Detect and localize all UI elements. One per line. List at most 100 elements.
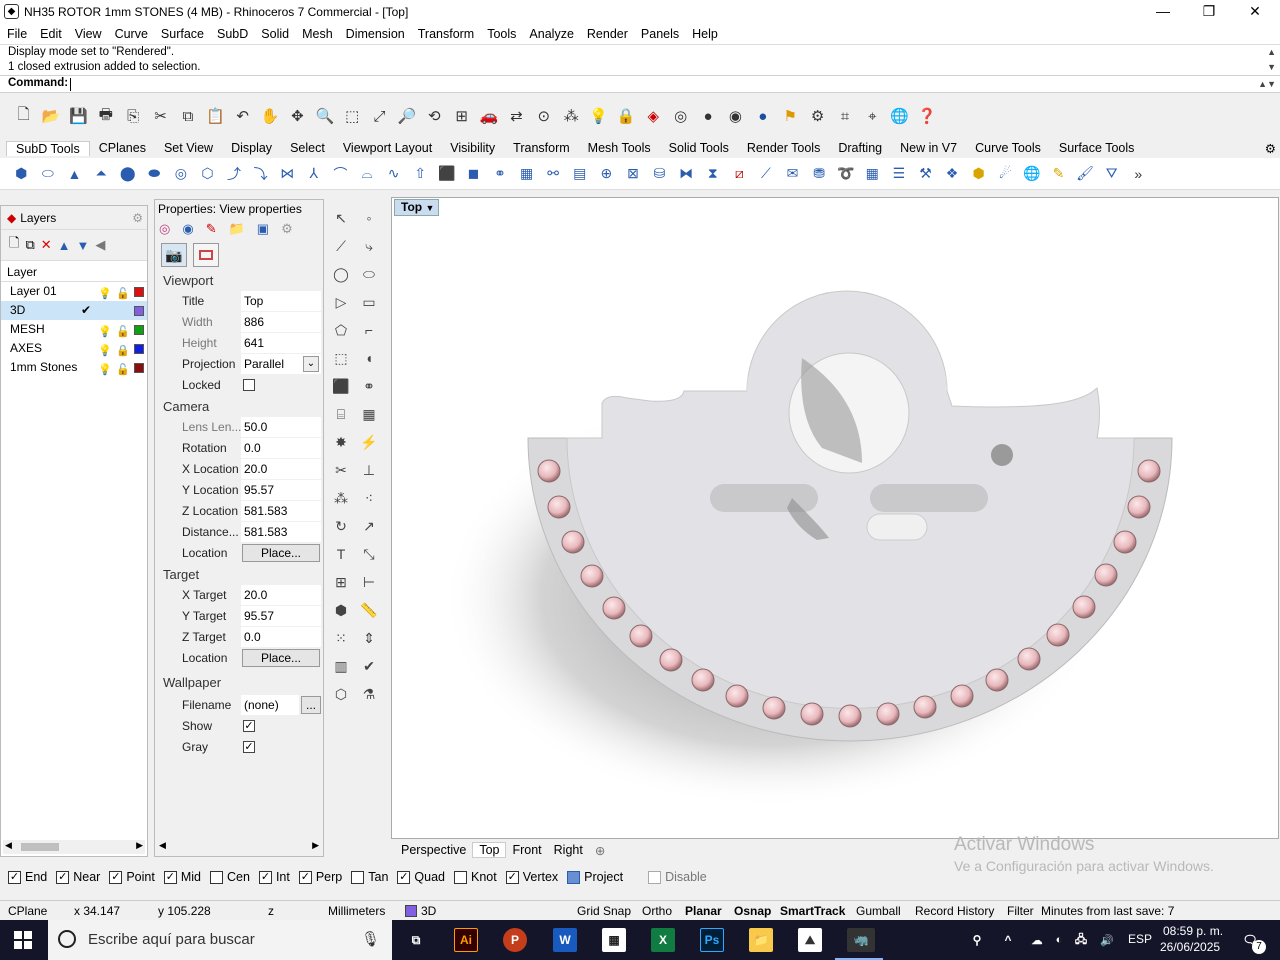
menu-curve[interactable]: Curve bbox=[108, 27, 154, 41]
layer-row[interactable]: AXES 💡 🔒 bbox=[1, 339, 147, 358]
osnap-checkbox[interactable]: ✓ bbox=[258, 870, 272, 884]
fillet-curve-icon[interactable]: ⌐ bbox=[358, 319, 380, 341]
trim-icon[interactable]: ✂ bbox=[330, 459, 352, 481]
microphone-icon[interactable]: 🎙 bbox=[361, 920, 380, 960]
osnap-end[interactable]: ✓ End bbox=[8, 870, 47, 884]
material-icon[interactable]: ◈ bbox=[642, 105, 664, 127]
osnap-checkbox[interactable] bbox=[567, 870, 581, 884]
curve-icon[interactable]: ⤷ bbox=[358, 235, 380, 257]
horizontal-scrollbar[interactable]: ◀ ▶ bbox=[3, 840, 145, 854]
shaded-sphere-icon[interactable]: ● bbox=[697, 105, 719, 127]
osnap-toggle[interactable]: Osnap bbox=[734, 904, 771, 918]
cloud-icon[interactable]: ☁ bbox=[1028, 928, 1046, 952]
tab-cplanes[interactable]: CPlanes bbox=[90, 141, 155, 155]
camera-place-button[interactable]: Place... bbox=[242, 544, 320, 562]
subd-grid2-icon[interactable]: ▦ bbox=[861, 163, 884, 185]
snap-icon[interactable]: ⊙ bbox=[533, 105, 555, 127]
filter-left-icon[interactable]: ◀ bbox=[95, 237, 105, 253]
rotation-field[interactable]: 0.0 bbox=[241, 438, 321, 458]
menu-file[interactable]: File bbox=[0, 27, 33, 41]
top-viewport[interactable]: Top ▼ bbox=[391, 197, 1279, 839]
subd-bucket-icon[interactable]: ⛁ bbox=[648, 163, 671, 185]
viewport-title-tab[interactable]: Top ▼ bbox=[394, 199, 440, 216]
osnap-checkbox[interactable]: ✓ bbox=[8, 870, 21, 884]
pan-icon[interactable]: ✋ bbox=[259, 105, 281, 127]
object-color-icon[interactable]: ◎ bbox=[159, 221, 170, 237]
copy-icon[interactable]: ⧉ bbox=[177, 105, 199, 127]
array-icon[interactable]: ⁖ bbox=[358, 487, 380, 509]
restore-button[interactable]: ❐ bbox=[1186, 0, 1232, 24]
subd-mesh-icon[interactable]: ⬡ bbox=[196, 163, 219, 185]
rhino-taskbar-icon[interactable]: 🦏 bbox=[847, 928, 875, 952]
osnap-int[interactable]: ✓ Int bbox=[258, 870, 290, 884]
subd-envelope-icon[interactable]: ✉ bbox=[781, 163, 804, 185]
osnap-cen[interactable]: Cen bbox=[210, 870, 250, 884]
layer-row[interactable]: MESH 💡 🔓 bbox=[1, 320, 147, 339]
menu-surface[interactable]: Surface bbox=[154, 27, 210, 41]
tab-visibility[interactable]: Visibility bbox=[441, 141, 504, 155]
gumball-tool-icon[interactable]: ⇕ bbox=[358, 627, 380, 649]
block-icon[interactable]: ⊞ bbox=[330, 571, 352, 593]
z-target-field[interactable]: 0.0 bbox=[241, 627, 321, 647]
word-icon[interactable]: W bbox=[553, 928, 577, 952]
smarttrack-toggle[interactable]: SmartTrack bbox=[780, 904, 845, 918]
photoshop-icon[interactable]: Ps bbox=[700, 928, 724, 952]
layer-color-swatch[interactable] bbox=[134, 306, 144, 316]
polygon-icon[interactable]: ⬠ bbox=[330, 319, 352, 341]
osnap-project[interactable]: Project bbox=[567, 870, 623, 884]
tab-mesh-tools[interactable]: Mesh Tools bbox=[579, 141, 660, 155]
subd-torus-icon[interactable]: ◎ bbox=[169, 163, 192, 185]
circle-icon[interactable]: ◯ bbox=[330, 263, 352, 285]
subd-pipe-icon[interactable]: ∿ bbox=[382, 163, 405, 185]
properties-scrollbar[interactable]: ◀ ▶ bbox=[157, 840, 321, 854]
distance-field[interactable]: 581.583 bbox=[241, 522, 321, 542]
cplane-label[interactable]: CPlane bbox=[8, 904, 47, 918]
excel-icon[interactable]: X bbox=[651, 928, 675, 952]
transform-icon[interactable]: ⇄ bbox=[505, 105, 527, 127]
osnap-perp[interactable]: ✓ Perp bbox=[298, 870, 342, 884]
close-button[interactable]: ✕ bbox=[1232, 0, 1278, 24]
subd-filter-icon[interactable]: ⛛ bbox=[1100, 163, 1123, 185]
gumball-toggle[interactable]: Gumball bbox=[856, 904, 901, 918]
osnap-checkbox[interactable]: ✓ bbox=[298, 870, 312, 884]
network-icon[interactable]: 🖧 bbox=[1072, 928, 1090, 952]
rendered-sphere-icon[interactable]: ◉ bbox=[724, 105, 746, 127]
unlock-icon[interactable]: 🔓 bbox=[116, 361, 130, 380]
solid-box-icon[interactable]: ⬛ bbox=[330, 375, 352, 397]
rectangle-icon[interactable]: ▭ bbox=[358, 291, 380, 313]
osnap-checkbox[interactable]: ✓ bbox=[109, 870, 123, 884]
subd-slash-icon[interactable]: ⧄ bbox=[728, 163, 751, 185]
open-file-icon[interactable]: 📂 bbox=[40, 105, 62, 127]
surface-icon[interactable]: ⬚ bbox=[330, 347, 352, 369]
osnap-knot[interactable]: Knot bbox=[454, 870, 497, 884]
people-icon[interactable]: ⚲ bbox=[965, 928, 989, 952]
z-location-field[interactable]: 581.583 bbox=[241, 501, 321, 521]
viewport-menu-icon[interactable]: ▼ bbox=[425, 203, 434, 213]
calculator-icon[interactable]: ▦ bbox=[602, 928, 626, 952]
subd-fill-icon[interactable]: ⌓ bbox=[356, 163, 379, 185]
check-icon[interactable]: ✔ bbox=[358, 655, 380, 677]
minimize-button[interactable]: — bbox=[1140, 0, 1186, 24]
osnap-quad[interactable]: ✓ Quad bbox=[397, 870, 445, 884]
scale-icon[interactable]: ⤡ bbox=[358, 543, 380, 565]
add-viewport-icon[interactable]: ⊕ bbox=[589, 843, 611, 858]
subd-brush-icon[interactable]: 🖌 bbox=[1074, 163, 1097, 185]
tab-top[interactable]: Top bbox=[472, 842, 507, 858]
subd-tools-icon[interactable]: ⚒ bbox=[914, 163, 937, 185]
subd-earth-icon[interactable]: 🌐 bbox=[1020, 163, 1043, 185]
tab-right[interactable]: Right bbox=[548, 843, 589, 857]
print-icon[interactable]: 🖶 bbox=[95, 105, 117, 127]
text-icon[interactable]: T bbox=[330, 543, 352, 565]
layer-row[interactable]: Layer 01 💡 🔓 bbox=[1, 282, 147, 301]
locked-checkbox[interactable] bbox=[243, 379, 255, 391]
command-line[interactable]: Command: ▲▼ bbox=[0, 75, 1280, 93]
target-place-button[interactable]: Place... bbox=[242, 649, 320, 667]
browse-button[interactable]: ... bbox=[301, 696, 321, 714]
osnap-checkbox[interactable] bbox=[351, 870, 365, 884]
globe-icon[interactable]: 🌐 bbox=[889, 105, 911, 127]
lightbulb-icon[interactable]: 💡 bbox=[98, 361, 112, 380]
osnap-point[interactable]: ✓ Point bbox=[109, 870, 155, 884]
language-indicator[interactable]: ESP bbox=[1128, 932, 1152, 946]
command-dropdown-icon[interactable]: ▲▼ bbox=[1258, 79, 1276, 89]
tab-render-tools[interactable]: Render Tools bbox=[738, 141, 829, 155]
